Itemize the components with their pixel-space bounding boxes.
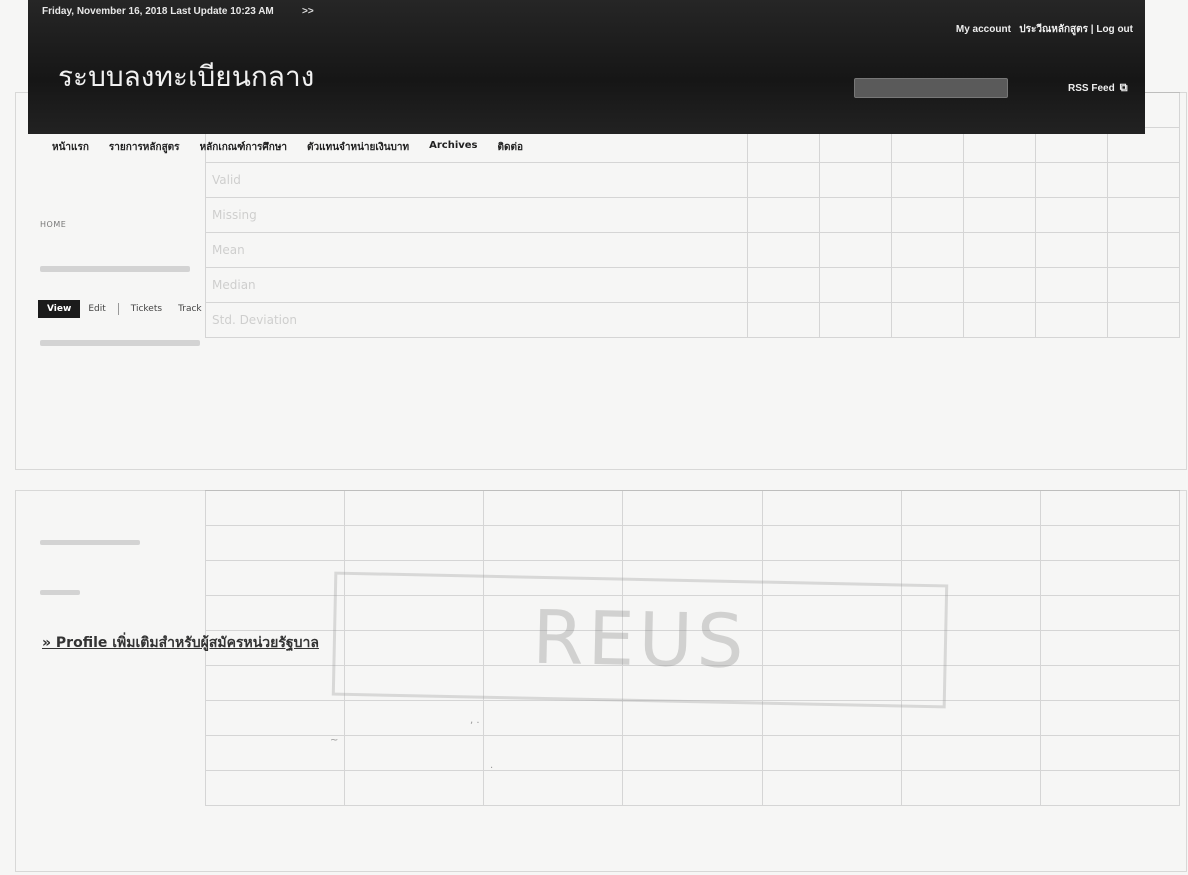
profile-link[interactable]: » Profile เพิ่มเติมสำหรับผู้สมัครหน่วยรั…: [42, 632, 319, 654]
last-update-date: Friday, November 16, 2018 Last Update 10…: [42, 6, 274, 17]
section-heading: [40, 340, 200, 346]
scan-speck: , .: [470, 715, 480, 726]
username-link[interactable]: ประวีณหลักสูตร: [1019, 24, 1088, 35]
user-links: My account ประวีณหลักสูตร | Log out: [955, 24, 1133, 35]
rss-label: RSS Feed: [1068, 83, 1115, 94]
breadcrumb-home[interactable]: HOME: [40, 220, 66, 229]
my-account-link[interactable]: My account: [956, 24, 1011, 35]
nav-item-agents[interactable]: ตัวแทนจำหน่ายเงินบาท: [307, 140, 409, 155]
stamp-text: REUS: [531, 594, 749, 686]
field-label: [40, 540, 140, 545]
main-nav: หน้าแรก รายการหลักสูตร หลักเกณฑ์การศึกษา…: [52, 140, 523, 155]
rss-feed-link[interactable]: RSS Feed ⧉: [1068, 82, 1128, 95]
scan-speck: .: [490, 760, 494, 771]
node-tabs: View Edit Tickets Track: [38, 300, 210, 318]
field-value: [40, 590, 80, 595]
rss-icon: ⧉: [1119, 82, 1128, 94]
nav-item-home[interactable]: หน้าแรก: [52, 140, 89, 155]
site-title[interactable]: ระบบลงทะเบียนกลาง: [58, 55, 314, 99]
logout-link[interactable]: Log out: [1096, 24, 1133, 35]
page-title: [40, 266, 190, 272]
tab-edit[interactable]: Edit: [80, 302, 113, 316]
tab-track[interactable]: Track: [170, 302, 210, 316]
site-header: Friday, November 16, 2018 Last Update 10…: [28, 0, 1145, 134]
nav-item-archives[interactable]: Archives: [429, 140, 477, 155]
nav-item-criteria[interactable]: หลักเกณฑ์การศึกษา: [200, 140, 287, 155]
nav-item-courses[interactable]: รายการหลักสูตร: [109, 140, 180, 155]
scan-speck: ~: [330, 735, 339, 746]
stamp-watermark: REUS: [331, 571, 949, 709]
breadcrumb: HOME: [40, 220, 66, 229]
tab-tickets[interactable]: Tickets: [123, 302, 170, 316]
tab-divider: [117, 303, 119, 315]
search-input[interactable]: [854, 78, 1008, 98]
nav-item-contact[interactable]: ติดต่อ: [498, 140, 524, 155]
marquee-arrow: >>: [302, 6, 314, 17]
tab-view[interactable]: View: [38, 300, 81, 318]
